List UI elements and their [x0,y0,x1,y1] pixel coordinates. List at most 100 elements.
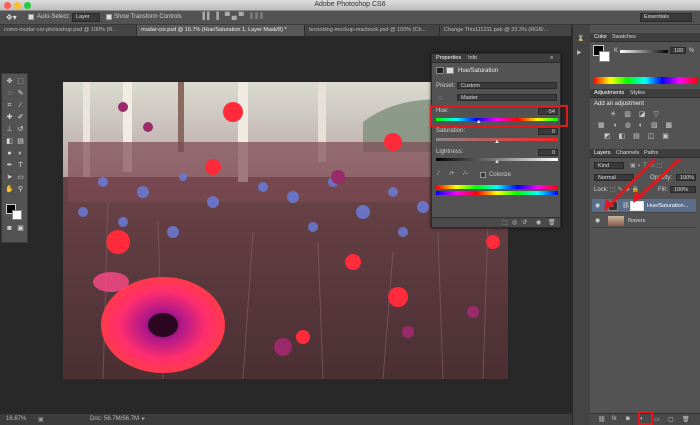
document-tabs: como-mudar-cor-photoshop.psd @ 100% (R..… [0,25,572,36]
saturation-slider-thumb[interactable]: ▲ [494,139,500,145]
brush-tool-icon[interactable]: ✐ [16,113,25,122]
status-arrow-icon[interactable]: ▸ [142,415,145,422]
panel-menu-icon[interactable]: ≡ [550,55,553,61]
arrow-to-eye [606,157,657,209]
k-slider[interactable] [620,50,668,53]
channel-dropdown[interactable]: Master [457,94,557,101]
tab-swatches[interactable]: Swatches [612,34,636,40]
crop-tool-icon[interactable]: ⌗ [5,101,14,110]
actions-panel-icon[interactable]: ▶ [577,49,582,56]
tab-styles[interactable]: Styles [630,90,645,96]
visibility-icon[interactable]: ◉ [536,219,541,226]
delete-layer-icon[interactable]: 🗑 [682,416,690,423]
tab-info[interactable]: Info [468,55,477,61]
color-panel-tabs: Color Swatches [590,33,700,42]
channel-icon[interactable]: ☞ [438,95,443,102]
dodge-tool-icon[interactable]: ◐ [16,149,25,158]
zoom-level[interactable]: 16.67% [6,416,26,422]
marquee-tool-icon[interactable]: ⬚ [16,77,25,86]
status-icon: ▣ [38,417,44,423]
auto-select-checkbox[interactable] [28,14,34,20]
color-background-swatch[interactable] [599,51,610,62]
view-previous-icon[interactable]: ◎ [512,219,517,226]
screen-mode-icon[interactable]: ▣ [16,224,25,233]
path-select-tool-icon[interactable]: ➤ [5,173,14,182]
tab-adjustments[interactable]: Adjustments [594,90,624,96]
align-icons[interactable]: ▐▌▐ ▀▄▀ ⫼⫼⫼ [200,13,265,21]
hue-highlight-box [430,105,568,127]
hand-tool-icon[interactable]: ✋ [5,185,14,194]
move-tool-icon[interactable]: ✥ [5,77,14,86]
add-mask-icon[interactable]: ◙ [626,416,630,422]
adjustment-icons-row1[interactable]: ☀ ▥ ◪ ▽ [610,110,662,118]
colorize-label: Colorize [489,172,512,178]
right-panels: Color Swatches K 100 % Adjustments Style… [590,25,700,425]
colorize-checkbox[interactable] [480,172,486,178]
window-title: Adobe Photoshop CS6 [314,1,386,8]
new-layer-icon[interactable]: ▢ [668,416,674,423]
trash-icon[interactable]: 🗑 [548,219,556,226]
quick-select-tool-icon[interactable]: ✎ [16,89,25,98]
move-tool-icon[interactable]: ✥▾ [6,13,17,22]
auto-select-dropdown[interactable]: Layer [72,13,100,22]
auto-select-label: Auto-Select: [37,14,70,20]
adjustments-heading: Add an adjustment [594,101,645,107]
lasso-tool-icon[interactable]: ◌ [5,89,14,98]
doc-tab[interactable]: Change This111211.psb @ 33.3% (RGB/... [440,25,572,36]
gradient-tool-icon[interactable]: ▤ [16,137,25,146]
properties-footer: ⬚ ◎ ↺ ◉ 🗑 [432,217,560,227]
k-unit: % [689,48,695,54]
adjustment-icons-row3[interactable]: ◩ ◧ ▤ ◫ ▣ [604,132,672,140]
new-group-icon[interactable]: ▭ [654,416,660,423]
layer-style-icon[interactable]: fx [612,416,617,422]
clone-stamp-tool-icon[interactable]: ⊥ [5,125,14,134]
tab-color[interactable]: Color [594,34,607,40]
mask-icon[interactable] [446,67,454,74]
output-color-bar [436,191,558,195]
clip-to-layer-icon[interactable]: ⬚ [502,219,508,226]
quick-mask-icon[interactable]: ◙ [5,224,14,233]
lightness-value-field[interactable]: 0 [538,149,558,156]
input-color-bar [436,185,558,189]
link-layers-icon[interactable]: ⛓ [598,416,606,423]
color-spectrum-bar[interactable] [593,77,697,84]
pen-tool-icon[interactable]: ✒ [5,161,14,170]
visibility-eye-icon[interactable]: ◉ [595,217,600,224]
properties-panel: Properties Info ≡ Hue/Saturation Preset:… [431,53,561,228]
layer-thumbnail [608,216,624,226]
tools-panel: ✥ ⬚ ◌ ✎ ⌗ ⁄ ✚ ✐ ⊥ ↺ ◧ ▤ ● ◐ ✒ T ➤ ▭ ✋ ⚲ … [1,73,28,243]
blur-tool-icon[interactable]: ● [5,149,14,158]
doc-tab-active[interactable]: mudar-cor.psd @ 16.7% (Hue/Saturation 1,… [137,25,305,36]
shape-tool-icon[interactable]: ▭ [16,173,25,182]
lightness-slider-thumb[interactable]: ▲ [494,159,500,165]
healing-tool-icon[interactable]: ✚ [5,113,14,122]
workspace-switcher[interactable]: Essentials [640,13,692,22]
doc-tab[interactable]: tecnoblog-mockup-macbook.psd @ 100% (Ch.… [305,25,440,36]
k-value-field[interactable]: 100 [670,47,686,54]
layer-name: flowers [628,218,646,224]
options-bar: ✥▾ Auto-Select: Layer Show Transform Con… [0,11,700,25]
title-bar: Adobe Photoshop CS6 [0,0,700,11]
type-tool-icon[interactable]: T [16,161,25,170]
transform-controls-checkbox[interactable] [106,14,112,20]
background-color-swatch[interactable] [12,210,22,220]
properties-header: Hue/Saturation [458,68,499,74]
history-panel-icon[interactable]: ⌛ [577,35,584,42]
tab-properties[interactable]: Properties [436,55,461,61]
eyedropper-plus-icon[interactable]: ⁄+ [450,171,455,177]
reset-icon[interactable]: ↺ [522,219,527,226]
preset-dropdown[interactable]: Custom [457,82,557,89]
layer-row-flowers[interactable]: ◉ flowers [592,214,696,228]
eyedropper-minus-icon[interactable]: ⁄− [464,171,469,177]
history-brush-tool-icon[interactable]: ↺ [16,125,25,134]
adjustments-panel-tabs: Adjustments Styles [590,89,700,98]
eraser-tool-icon[interactable]: ◧ [5,137,14,146]
eyedropper-icon[interactable]: ⁄ [438,171,439,177]
eyedropper-tool-icon[interactable]: ⁄ [16,101,25,110]
doc-tab[interactable]: como-mudar-cor-photoshop.psd @ 100% (R..… [0,25,137,36]
saturation-value-field[interactable]: 0 [538,128,558,135]
adjustment-icons-row2[interactable]: ▦ ◑ ◍ ◐ ▨ ▩ [598,121,675,129]
transform-controls-label: Show Transform Controls [114,14,182,20]
channel-k-label: K [614,48,619,54]
zoom-tool-icon[interactable]: ⚲ [16,185,25,194]
